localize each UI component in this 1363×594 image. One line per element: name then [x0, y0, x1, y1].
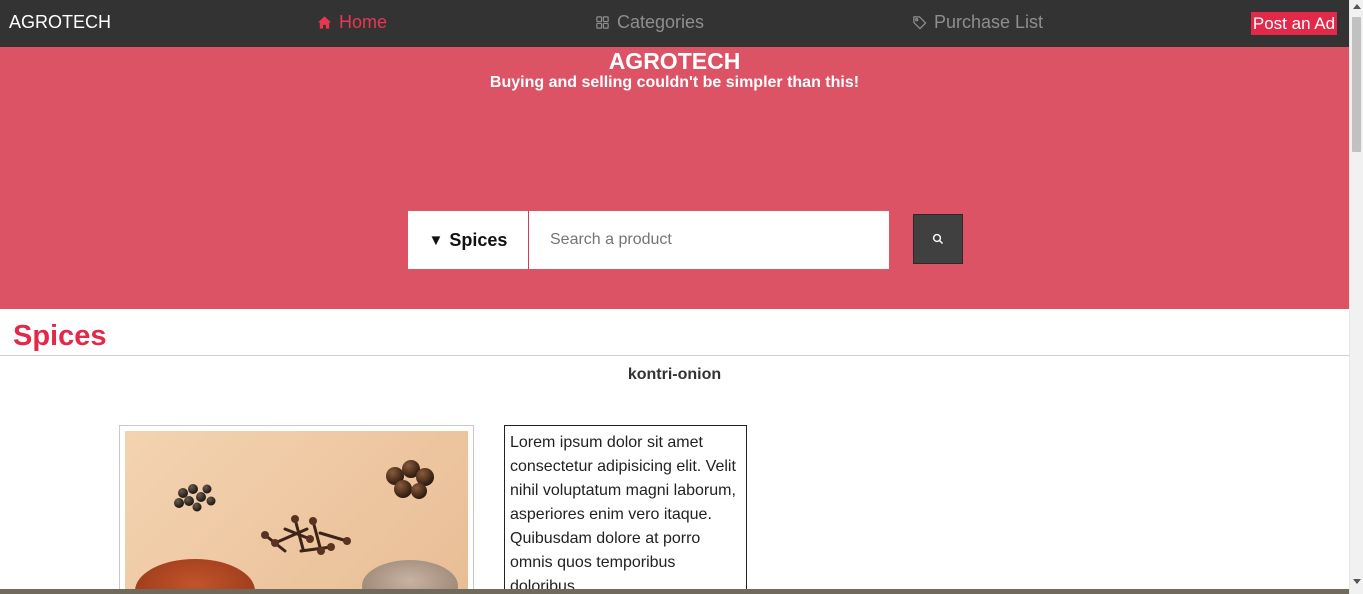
- grid-icon: [596, 16, 609, 29]
- hero-banner: AGROTECH Buying and selling couldn't be …: [0, 47, 1349, 309]
- nav-item-categories-label: Categories: [617, 12, 705, 32]
- category-dropdown[interactable]: ▼ Spices: [408, 211, 529, 269]
- search-icon: [932, 233, 943, 244]
- footer-image-strip: [0, 589, 1349, 594]
- spices-illustration: [135, 460, 458, 594]
- top-navbar: AGROTECH Home Categories Purchase List P…: [0, 0, 1349, 47]
- scroll-up-arrow-icon[interactable]: [1353, 4, 1361, 9]
- nav-item-home-label: Home: [339, 12, 388, 32]
- tag-icon: [913, 16, 927, 30]
- product-name[interactable]: kontri-onion: [0, 366, 1349, 384]
- product-image: [125, 431, 468, 594]
- category-dropdown-label: Spices: [449, 229, 508, 250]
- hero-title: AGROTECH: [608, 48, 741, 74]
- hero-subtitle: Buying and selling couldn't be simpler t…: [489, 74, 860, 91]
- triangle-down-icon: ▼: [428, 231, 444, 249]
- section-divider: [0, 355, 1349, 356]
- page: AGROTECH Home Categories Purchase List P…: [0, 0, 1349, 594]
- nav-item-purchase-list-label: Purchase List: [934, 12, 1044, 32]
- post-ad-button[interactable]: Post an Ad: [1251, 12, 1337, 35]
- nav-item-purchase-list[interactable]: Purchase List: [912, 12, 1043, 33]
- nav-item-categories[interactable]: Categories: [595, 12, 704, 33]
- search-input[interactable]: [529, 211, 889, 269]
- product-image-frame[interactable]: [119, 425, 474, 594]
- home-icon: [317, 16, 332, 29]
- section-title: Spices: [13, 320, 107, 352]
- nav-item-home[interactable]: Home: [317, 12, 387, 33]
- brand-logo[interactable]: AGROTECH: [9, 12, 111, 33]
- scroll-down-arrow-icon[interactable]: [1353, 579, 1361, 584]
- product-description: Lorem ipsum dolor sit amet consectetur a…: [504, 425, 747, 594]
- vertical-scrollbar[interactable]: [1349, 0, 1363, 594]
- search-button[interactable]: [913, 214, 963, 264]
- search-bar: ▼ Spices: [408, 211, 889, 269]
- scrollbar-thumb[interactable]: [1352, 17, 1361, 152]
